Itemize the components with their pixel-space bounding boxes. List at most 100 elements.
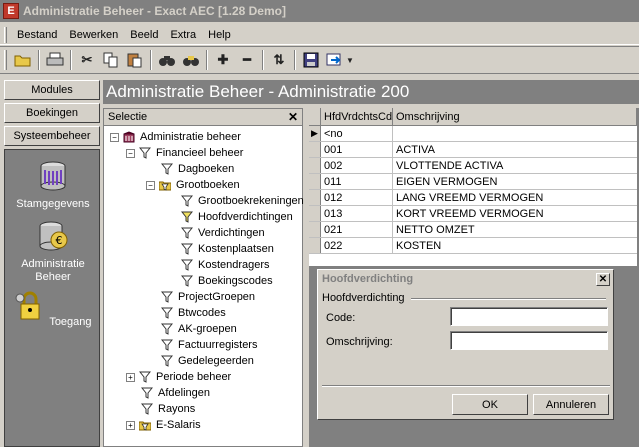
sort-icon[interactable]: ⇅ <box>267 49 291 71</box>
cell-code[interactable]: <no <box>321 126 393 141</box>
dialog-close-button[interactable]: ✕ <box>596 272 610 286</box>
table-row[interactable]: 001 ACTIVA <box>309 142 637 158</box>
row-selector[interactable] <box>309 222 321 237</box>
nav-item-toegang[interactable]: Toegang <box>5 290 101 328</box>
cut-icon[interactable]: ✂ <box>75 49 99 71</box>
open-folder-icon[interactable] <box>11 49 35 71</box>
row-selector[interactable] <box>309 174 321 189</box>
remove-icon[interactable]: ━ <box>235 49 259 71</box>
row-selector[interactable] <box>309 158 321 173</box>
cell-omschrijving[interactable]: LANG VREEMD VERMOGEN <box>393 190 637 205</box>
cell-omschrijving[interactable]: KOSTEN <box>393 238 637 253</box>
expand-icon[interactable]: + <box>126 420 135 430</box>
tree-item[interactable]: Afdelingen <box>126 385 210 401</box>
tree-item[interactable]: Kostendragers <box>166 257 270 273</box>
table-row[interactable]: 013 KORT VREEMD VERMOGEN <box>309 206 637 222</box>
tree-item[interactable]: Boekingscodes <box>166 273 273 289</box>
tree-item[interactable]: Kostenplaatsen <box>166 241 274 257</box>
export-icon[interactable]: ▼ <box>323 49 357 71</box>
tree-item[interactable]: − Financieel beheer <box>126 145 243 161</box>
tree-item[interactable]: + Periode beheer <box>126 369 231 385</box>
selectie-panel: Selectie ✕ − Administratie beheer − Financi… <box>103 108 304 447</box>
collapse-icon[interactable]: − <box>126 148 135 158</box>
add-icon[interactable]: ✚ <box>211 49 235 71</box>
tree-item[interactable]: Dagboeken <box>146 161 234 177</box>
ok-button[interactable]: OK <box>452 394 528 415</box>
filter-icon <box>181 211 193 223</box>
column-header-code[interactable]: HfdVrdchtsCd <box>321 108 393 125</box>
cell-code[interactable]: 001 <box>321 142 393 157</box>
cell-omschrijving[interactable]: KORT VREEMD VERMOGEN <box>393 206 637 221</box>
cancel-button[interactable]: Annuleren <box>533 394 609 415</box>
code-label: Code: <box>326 312 356 324</box>
cell-omschrijving[interactable]: VLOTTENDE ACTIVA <box>393 158 637 173</box>
close-icon[interactable]: ✕ <box>288 110 298 124</box>
menu-extra[interactable]: Extra <box>164 27 202 43</box>
collapse-icon[interactable]: − <box>146 180 155 190</box>
cell-code[interactable]: 012 <box>321 190 393 205</box>
cell-code[interactable]: 002 <box>321 158 393 173</box>
tree-item-label: Kostendragers <box>198 259 270 271</box>
tree-item-label: Dagboeken <box>178 163 235 175</box>
menu-bewerken[interactable]: Bewerken <box>63 27 124 43</box>
database-euro-icon: € <box>39 221 68 251</box>
cell-code[interactable]: 021 <box>321 222 393 237</box>
page-title: Administratie Beheer - Administratie 200 <box>103 80 639 104</box>
table-row[interactable]: 011 EIGEN VERMOGEN <box>309 174 637 190</box>
cell-omschrijving[interactable]: NETTO OMZET <box>393 222 637 237</box>
cell-code[interactable]: 011 <box>321 174 393 189</box>
expand-icon[interactable]: + <box>126 372 135 382</box>
menu-bestand[interactable]: Bestand <box>11 27 63 43</box>
nav-tab-systeembeheer[interactable]: Systeembeheer <box>4 126 100 146</box>
save-icon[interactable] <box>299 49 323 71</box>
copy-icon[interactable] <box>99 49 123 71</box>
find-next-icon[interactable] <box>179 49 203 71</box>
collapse-icon[interactable]: − <box>110 132 119 142</box>
row-selector[interactable] <box>309 142 321 157</box>
menu-help[interactable]: Help <box>202 27 237 43</box>
tree-item[interactable]: Hoofdverdichtingen <box>166 209 293 225</box>
row-selector[interactable] <box>309 238 321 253</box>
tree-item[interactable]: AK-groepen <box>146 321 237 337</box>
column-header-omschrijving[interactable]: Omschrijving <box>393 108 637 125</box>
tree-item[interactable]: Gedelegeerden <box>146 353 254 369</box>
table-row[interactable]: 002 VLOTTENDE ACTIVA <box>309 158 637 174</box>
cell-omschrijving[interactable] <box>393 126 637 141</box>
row-selector[interactable] <box>309 190 321 205</box>
toolbar-separator <box>206 50 208 70</box>
tree-item[interactable]: Factuurregisters <box>146 337 257 353</box>
nav-tab-boekingen[interactable]: Boekingen <box>4 103 100 123</box>
cell-omschrijving[interactable]: EIGEN VERMOGEN <box>393 174 637 189</box>
nav-tab-modules[interactable]: Modules <box>4 80 100 100</box>
tree-item[interactable]: ProjectGroepen <box>146 289 255 305</box>
nav-item-stamgegevens[interactable]: Stamgegevens <box>5 160 101 210</box>
current-row-icon[interactable]: ▶ <box>309 126 321 141</box>
table-row[interactable]: 021 NETTO OMZET <box>309 222 637 238</box>
grid-table: HfdVrdchtsCd Omschrijving ▶ <no 001 ACTIVA 0… <box>309 108 637 266</box>
cell-code[interactable]: 013 <box>321 206 393 221</box>
toolbar-separator <box>262 50 264 70</box>
find-icon[interactable] <box>155 49 179 71</box>
filter-icon <box>181 227 193 239</box>
cell-code[interactable]: 022 <box>321 238 393 253</box>
tree-item[interactable]: − Administratie beheer <box>110 129 241 145</box>
dialog-title-bar: Hoofdverdichting ✕ <box>318 270 613 288</box>
table-row[interactable]: 012 LANG VREEMD VERMOGEN <box>309 190 637 206</box>
paste-icon[interactable] <box>123 49 147 71</box>
folder-filter-icon <box>159 181 171 191</box>
print-icon[interactable] <box>43 49 67 71</box>
table-row[interactable]: ▶ <no <box>309 126 637 142</box>
tree-item[interactable]: Grootboekrekeningen <box>166 193 304 209</box>
tree-item[interactable]: − Grootboeken <box>146 177 240 193</box>
nav-item-administratie-beheer[interactable]: € Administratie Beheer <box>5 220 101 284</box>
tree-item[interactable]: Verdichtingen <box>166 225 265 241</box>
omschrijving-field[interactable] <box>450 331 608 350</box>
table-row[interactable]: 022 KOSTEN <box>309 238 637 254</box>
menu-beeld[interactable]: Beeld <box>124 27 164 43</box>
row-selector[interactable] <box>309 206 321 221</box>
tree-item[interactable]: Rayons <box>126 401 195 417</box>
code-field[interactable] <box>450 307 608 326</box>
cell-omschrijving[interactable]: ACTIVA <box>393 142 637 157</box>
tree-item[interactable]: + E-Salaris <box>126 417 201 433</box>
tree-item[interactable]: Btwcodes <box>146 305 226 321</box>
